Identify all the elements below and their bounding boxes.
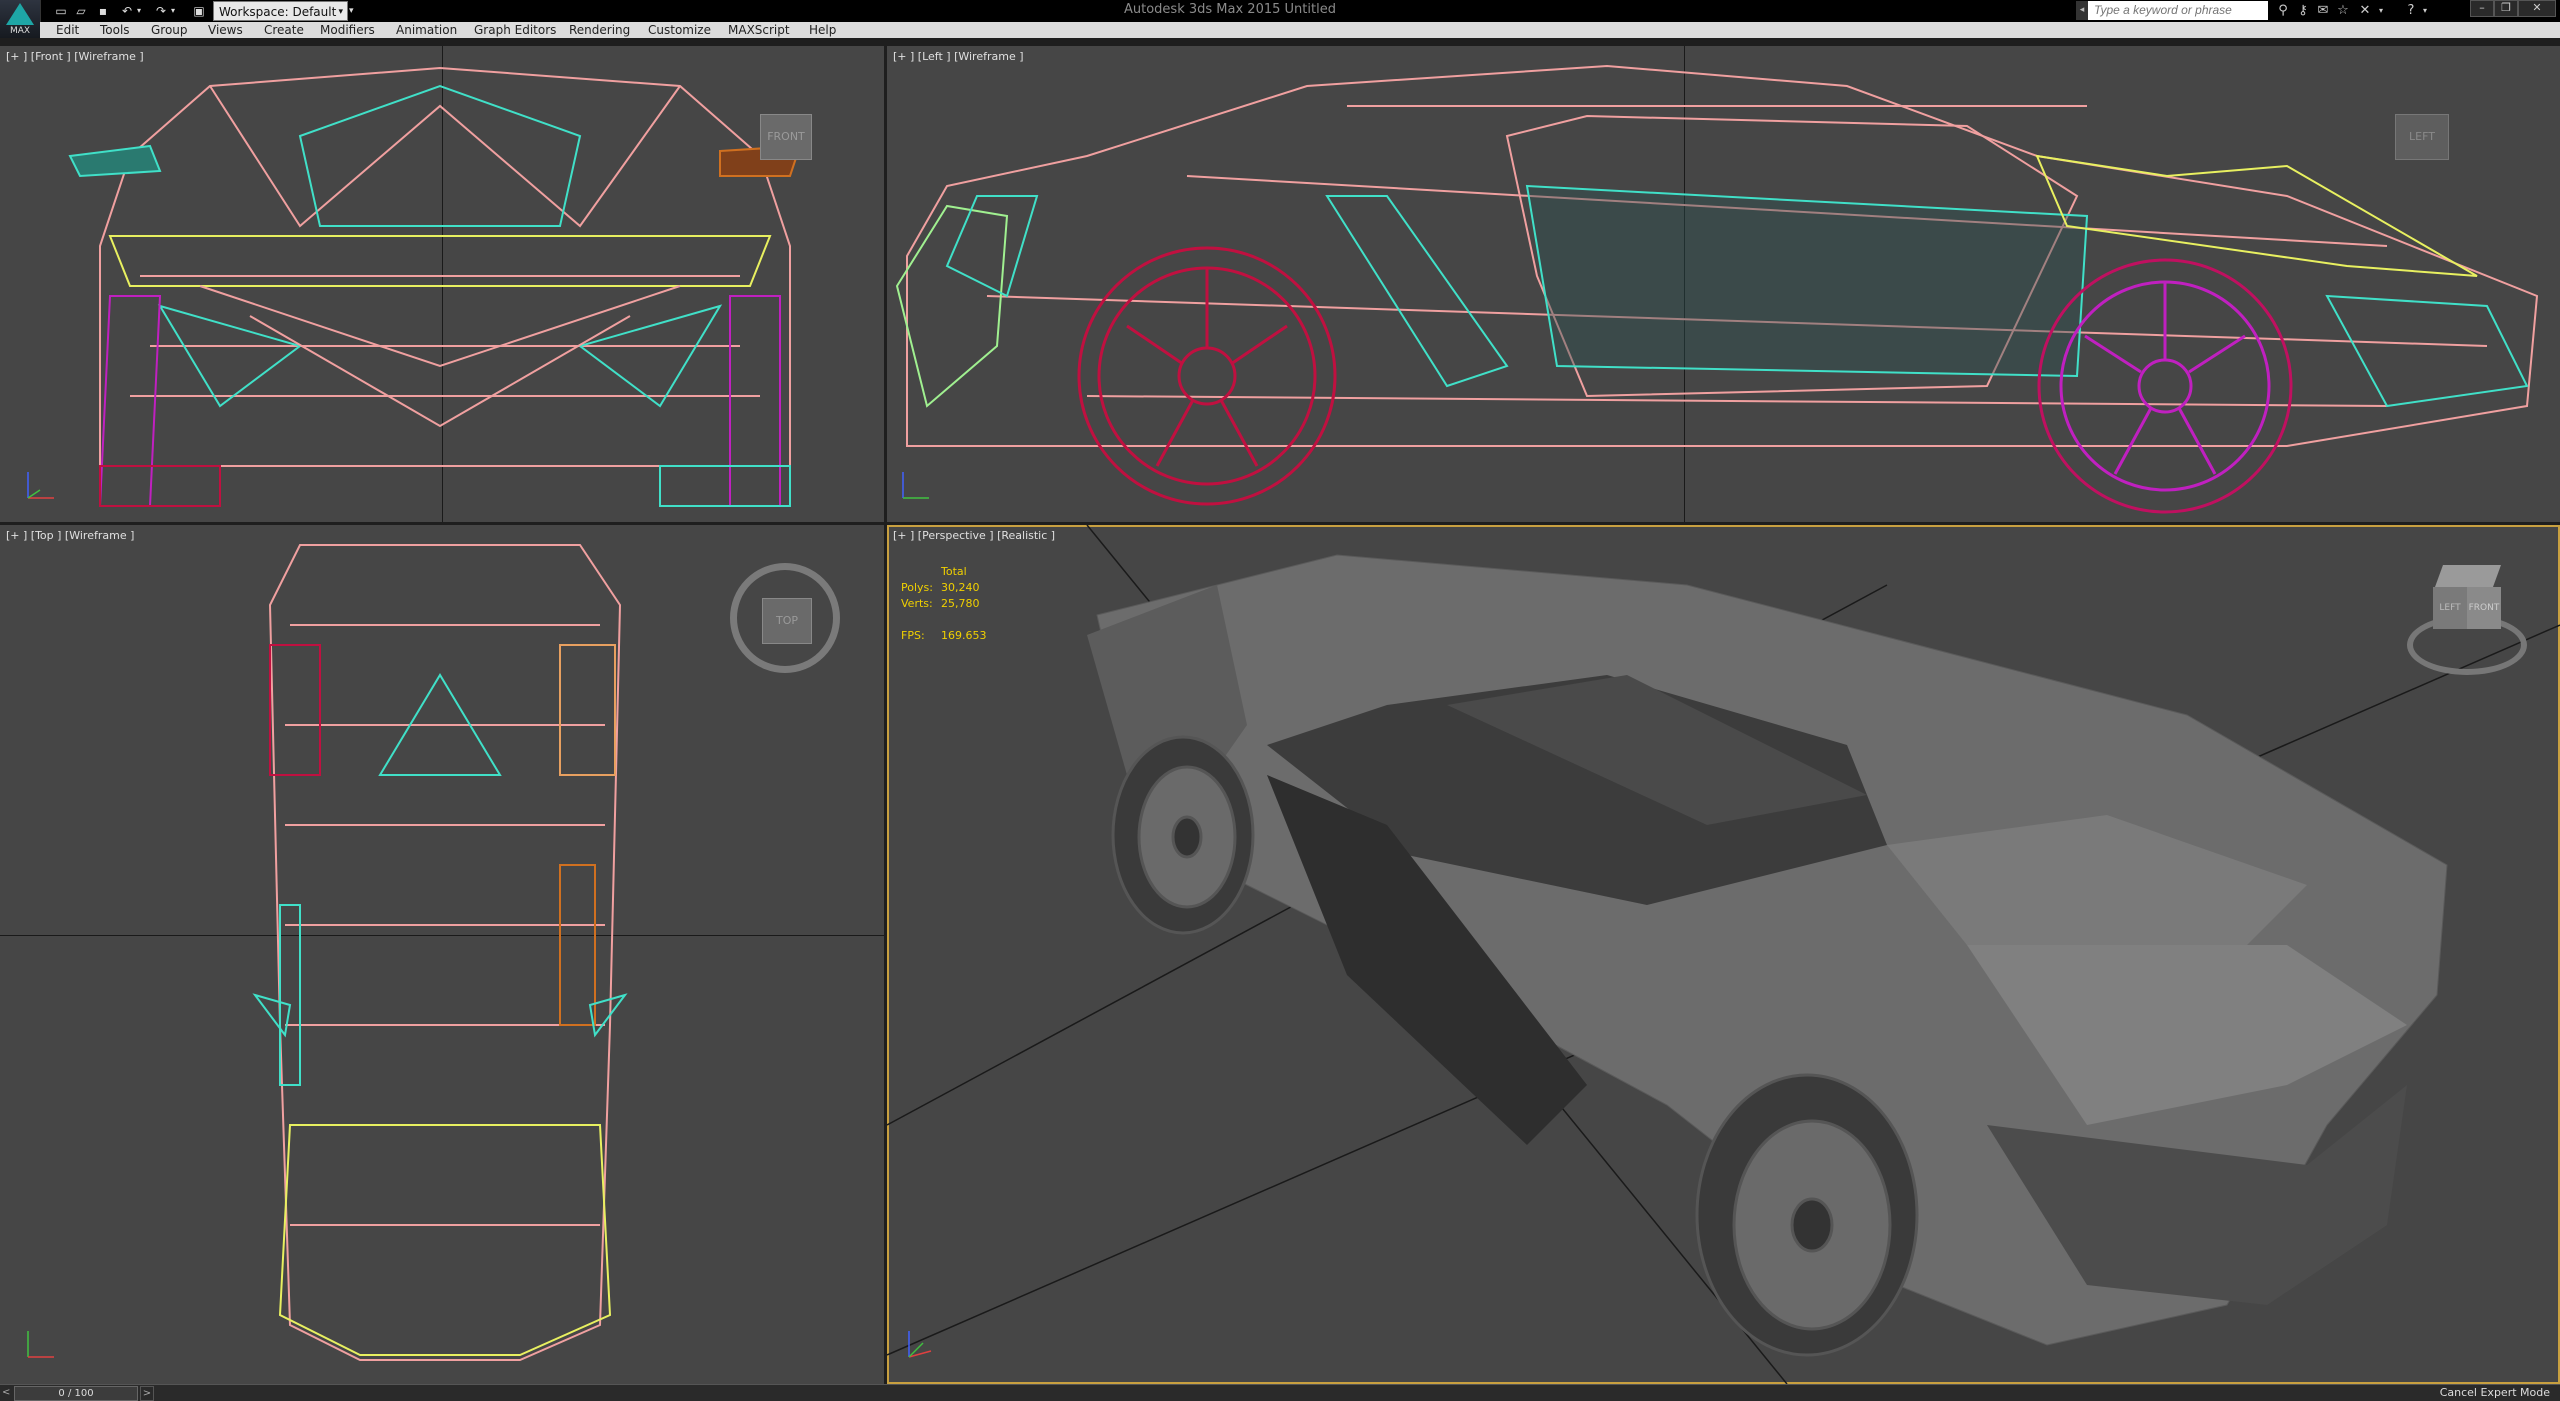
workspace-label: Workspace: Default xyxy=(219,5,337,19)
restore-icon[interactable]: ❐ xyxy=(2494,0,2518,17)
menu-maxscript[interactable]: MAXScript xyxy=(728,23,790,37)
axis-tripod-icon xyxy=(27,472,54,499)
binoculars-icon[interactable]: ⚲ xyxy=(2274,2,2292,20)
previous-frame-icon[interactable]: < xyxy=(2,1386,12,1399)
new-file-icon[interactable]: ▭ xyxy=(52,2,70,19)
menu-modifiers[interactable]: Modifiers xyxy=(320,23,375,37)
axis-tripod-icon xyxy=(908,1331,932,1358)
search-expand-icon[interactable]: ◂ xyxy=(2076,1,2088,20)
viewcube-perspective[interactable]: LEFT FRONT xyxy=(2433,565,2503,651)
app-logo-label: MAX xyxy=(9,26,31,36)
menu-bar: Edit Tools Group Views Create Modifiers … xyxy=(40,22,2560,38)
stats-total-label: Total xyxy=(941,565,967,578)
stats-verts-value: 25,780 xyxy=(941,597,980,610)
viewcube-top[interactable]: TOP xyxy=(762,598,812,644)
stats-verts-label: Verts: xyxy=(901,597,933,610)
viewport-left[interactable]: [+ ] [Left ] [Wireframe ] LEFT xyxy=(887,46,2560,522)
application-button[interactable]: MAX xyxy=(0,0,41,38)
menu-animation[interactable]: Animation xyxy=(396,23,457,37)
perspective-shaded-car xyxy=(887,525,2560,1384)
chevron-down-icon: ▾ xyxy=(338,7,343,17)
menu-help[interactable]: Help xyxy=(809,23,836,37)
axis-tripod-icon xyxy=(27,1331,54,1358)
axis-tripod-icon xyxy=(902,472,929,499)
favorites-star-icon[interactable]: ☆ xyxy=(2334,2,2352,20)
viewport-front[interactable]: [+ ] [Front ] [Wireframe ] FRONT xyxy=(0,46,884,522)
search-input[interactable] xyxy=(2088,1,2268,20)
viewcube-front-face[interactable]: FRONT xyxy=(2467,587,2501,629)
time-slider-bar: < 0 / 100 > Cancel Expert Mode xyxy=(0,1384,2560,1401)
next-frame-icon[interactable]: > xyxy=(140,1386,154,1401)
menu-group[interactable]: Group xyxy=(151,23,188,37)
stats-fps-value: 169.653 xyxy=(941,629,987,642)
viewcube-left[interactable]: LEFT xyxy=(2395,114,2449,160)
project-folder-icon[interactable]: ▣ xyxy=(190,2,208,19)
subscription-key-icon[interactable]: ⚷ xyxy=(2294,2,2312,20)
menu-customize[interactable]: Customize xyxy=(648,23,711,37)
exchange-icon[interactable]: ✕ xyxy=(2356,2,2374,20)
front-wheel xyxy=(1111,735,1255,935)
minimize-icon[interactable]: – xyxy=(2470,0,2494,17)
viewcube-front[interactable]: FRONT xyxy=(760,114,812,160)
title-bar: ▭ ▱ ▪ ↶ ▾ ↷ ▾ ▣ Workspace: Default ▾ ▾ A… xyxy=(0,0,2560,22)
viewport-top-label[interactable]: [+ ] [Top ] [Wireframe ] xyxy=(6,529,134,542)
cancel-expert-mode-button[interactable]: Cancel Expert Mode xyxy=(2440,1386,2550,1399)
max-logo-icon xyxy=(6,3,34,25)
customize-toolbar-icon[interactable]: ▾ xyxy=(349,2,359,20)
undo-dropdown-icon[interactable]: ▾ xyxy=(134,2,144,19)
stats-polys-value: 30,240 xyxy=(941,581,980,594)
menu-create[interactable]: Create xyxy=(264,23,304,37)
menu-graph-editors[interactable]: Graph Editors xyxy=(474,23,556,37)
open-file-icon[interactable]: ▱ xyxy=(72,2,90,19)
exchange-dropdown-icon[interactable]: ▾ xyxy=(2376,2,2386,20)
menu-tools[interactable]: Tools xyxy=(100,23,130,37)
redo-dropdown-icon[interactable]: ▾ xyxy=(168,2,178,19)
menu-edit[interactable]: Edit xyxy=(56,23,79,37)
left-wireframe-car xyxy=(895,64,2539,514)
viewport-left-label[interactable]: [+ ] [Left ] [Wireframe ] xyxy=(893,50,1024,63)
viewport-perspective-label[interactable]: [+ ] [Perspective ] [Realistic ] xyxy=(893,529,1055,542)
viewport-front-label[interactable]: [+ ] [Front ] [Wireframe ] xyxy=(6,50,144,63)
help-icon[interactable]: ? xyxy=(2402,2,2420,20)
front-wireframe-car xyxy=(68,66,802,507)
stats-polys-label: Polys: xyxy=(901,581,933,594)
menu-views[interactable]: Views xyxy=(208,23,243,37)
stats-fps-label: FPS: xyxy=(901,629,925,642)
viewport-perspective[interactable]: [+ ] [Perspective ] [Realistic ] Total P… xyxy=(887,525,2560,1384)
help-dropdown-icon[interactable]: ▾ xyxy=(2420,2,2430,20)
viewcube-left-face[interactable]: LEFT xyxy=(2433,587,2467,629)
viewcube-top-face[interactable] xyxy=(2434,565,2502,587)
viewport-top[interactable]: [+ ] [Top ] [Wireframe ] TOP xyxy=(0,525,884,1384)
save-icon[interactable]: ▪ xyxy=(94,2,112,19)
rear-wheel xyxy=(1695,1073,1919,1357)
workspace-dropdown[interactable]: Workspace: Default ▾ xyxy=(213,1,348,21)
close-icon[interactable]: ✕ xyxy=(2518,0,2556,17)
time-slider[interactable]: 0 / 100 xyxy=(14,1386,138,1401)
communication-icon[interactable]: ✉ xyxy=(2314,2,2332,20)
window-title: Autodesk 3ds Max 2015 Untitled xyxy=(1124,2,1336,17)
menu-rendering[interactable]: Rendering xyxy=(569,23,630,37)
